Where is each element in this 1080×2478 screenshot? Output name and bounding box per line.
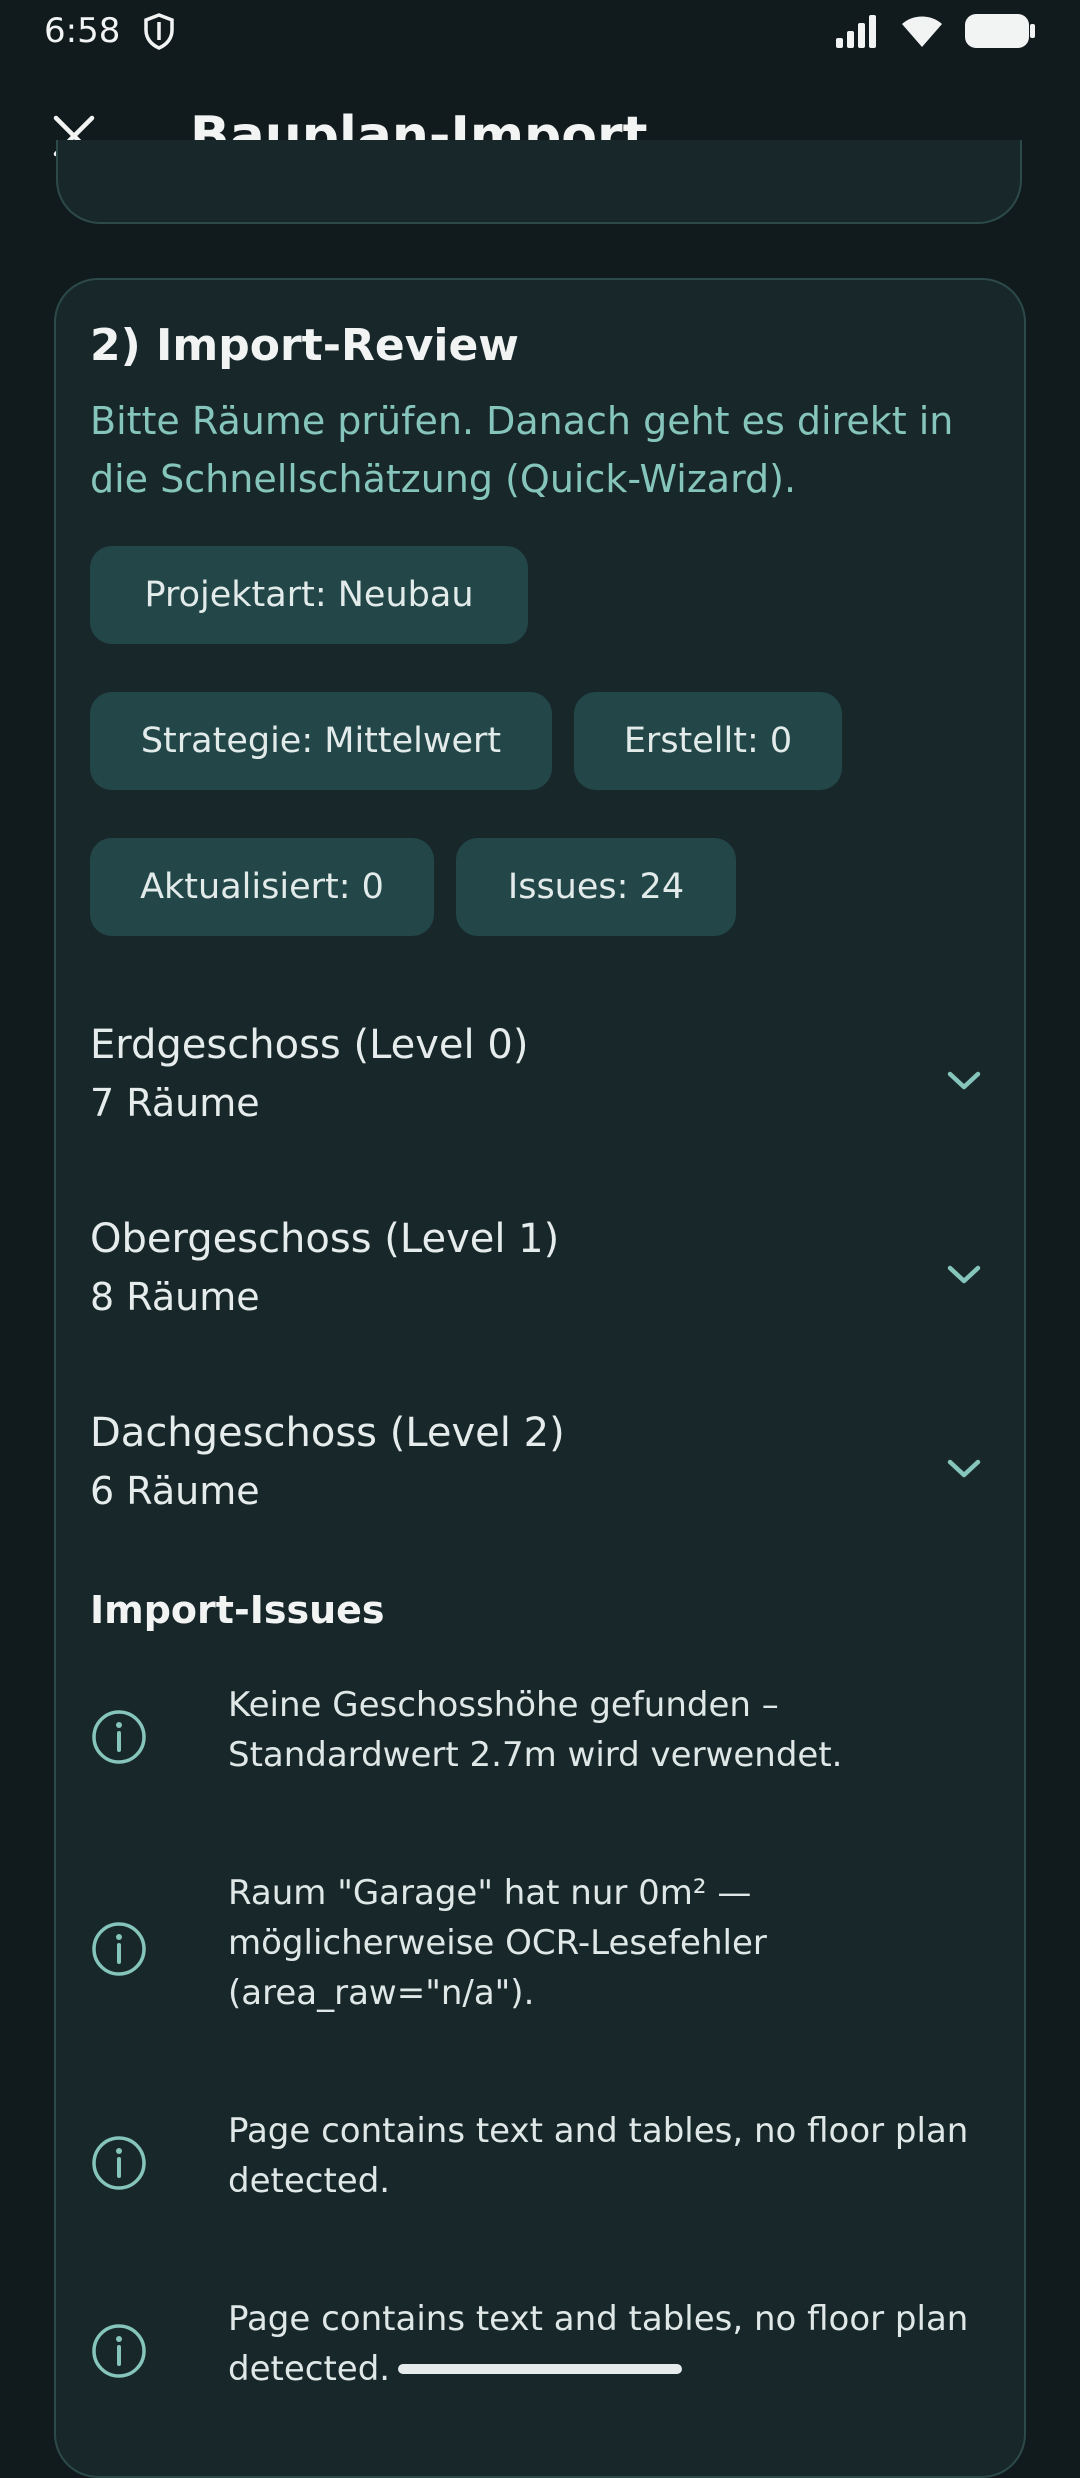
info-icon xyxy=(92,1710,146,1764)
level-room-count: 6 Räume xyxy=(90,1469,260,1513)
level-name: Dachgeschoss (Level 2) xyxy=(90,1410,565,1456)
chip-project-type[interactable]: Projektart: Neubau xyxy=(90,546,528,644)
status-time: 6:58 xyxy=(44,11,121,51)
level-row-0[interactable]: Erdgeschoss (Level 0) 7 Räume xyxy=(90,1016,990,1146)
issue-text: Keine Geschosshöhe gefunden – Standardwe… xyxy=(228,1685,843,1775)
chevron-down-icon xyxy=(947,1071,981,1090)
issue-item-0: Keine Geschosshöhe gefunden – Standardwe… xyxy=(90,1680,1010,1790)
card-subtitle: Bitte Räume prüfen. Danach geht es direk… xyxy=(90,399,954,501)
issue-item-2: Page contains text and tables, no floor … xyxy=(90,2106,1010,2216)
chevron-down-icon xyxy=(947,1265,981,1284)
issue-text: Raum "Garage" hat nur 0m² — möglicherwei… xyxy=(228,1873,767,2013)
level-room-count: 7 Räume xyxy=(90,1081,260,1125)
info-icon xyxy=(92,2324,146,2378)
previous-card xyxy=(56,140,1022,224)
issue-text: Page contains text and tables, no floor … xyxy=(228,2299,969,2389)
info-icon xyxy=(92,2136,146,2190)
status-left: 6:58 xyxy=(44,11,176,51)
issue-item-1: Raum "Garage" hat nur 0m² — möglicherwei… xyxy=(90,1868,1010,2028)
level-row-1[interactable]: Obergeschoss (Level 1) 8 Räume xyxy=(90,1210,990,1340)
shield-icon xyxy=(144,13,175,50)
issue-text: Page contains text and tables, no floor … xyxy=(228,2111,969,2201)
chevron-down-icon xyxy=(947,1459,981,1478)
level-room-count: 8 Räume xyxy=(90,1275,260,1319)
issues-heading: Import-Issues xyxy=(90,1588,385,1632)
battery-icon xyxy=(965,14,1035,48)
level-name: Erdgeschoss (Level 0) xyxy=(90,1022,529,1068)
issue-item-3: Page contains text and tables, no floor … xyxy=(90,2294,1010,2404)
level-row-2[interactable]: Dachgeschoss (Level 2) 6 Räume xyxy=(90,1404,990,1534)
wifi-icon xyxy=(902,16,942,47)
chip-issues[interactable]: Issues: 24 xyxy=(456,838,736,936)
info-icon xyxy=(92,1922,146,1976)
card-title: 2) Import-Review xyxy=(90,320,519,371)
status-bar: 6:58 xyxy=(0,0,1080,62)
home-indicator[interactable] xyxy=(398,2364,682,2374)
chip-created[interactable]: Erstellt: 0 xyxy=(574,692,842,790)
chip-updated[interactable]: Aktualisiert: 0 xyxy=(90,838,434,936)
chip-strategy[interactable]: Strategie: Mittelwert xyxy=(90,692,552,790)
level-name: Obergeschoss (Level 1) xyxy=(90,1216,560,1262)
status-right xyxy=(834,13,1036,49)
signal-icon xyxy=(836,15,876,48)
import-review-card: 2) Import-Review Bitte Räume prüfen. Dan… xyxy=(54,278,1026,2478)
